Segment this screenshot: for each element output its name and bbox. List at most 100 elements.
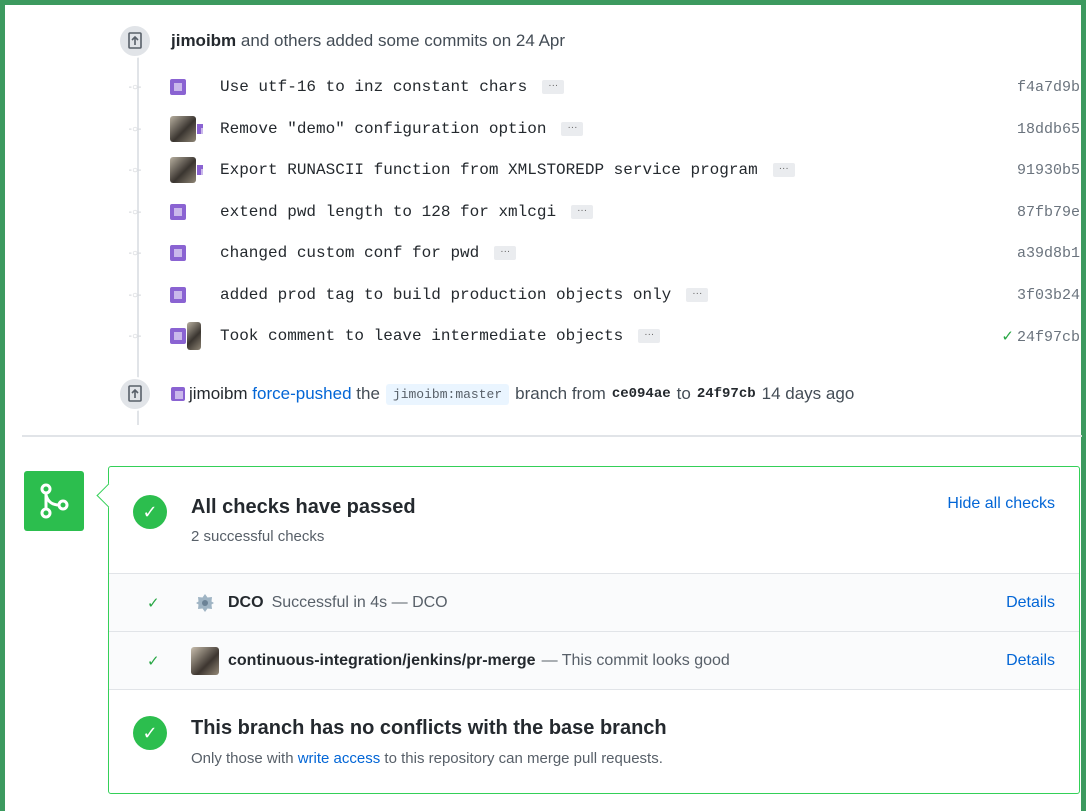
conflicts-text: Only those with write access to this rep… (191, 750, 663, 767)
force-push-to: to (676, 384, 691, 403)
commit-author-avatars[interactable] (170, 157, 218, 183)
expand-commit-button[interactable]: ··· (571, 205, 594, 219)
bot-avatar[interactable] (170, 328, 186, 344)
git-commit-icon: -○- (128, 164, 142, 176)
merge-badge (24, 471, 84, 531)
commits-event-header: jimoibm and others added some commits on… (118, 24, 565, 58)
commit-sha-link[interactable]: 18ddb65 (1017, 121, 1080, 138)
expand-commit-button[interactable]: ··· (772, 163, 795, 177)
bot-avatar[interactable] (170, 79, 186, 95)
checks-list: ✓ DCO Successful in 4s — DCO Details ✓ c… (109, 574, 1079, 690)
force-push-time[interactable]: 14 days ago (762, 384, 855, 404)
check-description: Successful in 4s — DCO (271, 593, 448, 611)
user-photo-avatar[interactable] (170, 157, 196, 183)
event-author-link[interactable]: jimoibm (171, 31, 236, 50)
timeline-divider (22, 435, 1082, 437)
commit-sha-text[interactable]: a39d8b1 (1017, 245, 1080, 262)
git-commit-icon: -○- (128, 123, 142, 135)
check-name: DCO (228, 593, 264, 611)
bot-avatar[interactable] (170, 204, 186, 220)
user-photo-avatar[interactable] (187, 322, 201, 350)
commit-author-avatars[interactable] (170, 79, 218, 95)
write-access-link[interactable]: write access (298, 750, 381, 767)
conflicts-section: ✓ This branch has no conflicts with the … (109, 690, 1079, 795)
commit-author-avatars[interactable] (170, 287, 218, 303)
bot-avatar[interactable] (197, 124, 209, 136)
force-push-actor[interactable]: jimoibm (189, 384, 248, 404)
commit-sha-link[interactable]: f4a7d9b (1017, 79, 1080, 96)
hide-all-checks-link[interactable]: Hide all checks (947, 495, 1055, 513)
expand-commit-button[interactable]: ··· (494, 246, 517, 260)
commit-row: -○- Export RUNASCII function from XMLSTOR… (125, 156, 1085, 184)
git-commit-icon: -○- (128, 330, 142, 342)
commit-sha-link[interactable]: 87fb79e (1017, 204, 1080, 221)
commit-sha-link[interactable]: a39d8b1 (1017, 245, 1080, 262)
jenkins-avatar (191, 646, 219, 675)
expand-commit-button[interactable]: ··· (686, 288, 709, 302)
commit-author-avatars[interactable] (170, 322, 218, 350)
commit-message-link[interactable]: changed custom conf for pwd (220, 244, 479, 262)
bot-avatar[interactable] (170, 245, 186, 261)
git-commit-icon: -○- (128, 247, 142, 259)
checks-summary: ✓ All checks have passed 2 successful ch… (109, 467, 1079, 574)
git-merge-icon (40, 483, 69, 519)
commit-message-link[interactable]: added prod tag to build production objec… (220, 286, 671, 304)
commit-author-avatars[interactable] (170, 116, 218, 142)
check-description: — This commit looks good (541, 651, 730, 669)
commit-sha-text[interactable]: 3f03b24 (1017, 287, 1080, 304)
to-sha-link[interactable]: 24f97cb (697, 386, 756, 402)
check-details-link[interactable]: Details (1006, 652, 1055, 670)
force-push-event: jimoibm force-pushed the jimoibm:master … (118, 377, 854, 411)
user-photo-avatar[interactable] (170, 116, 196, 142)
checks-passed-icon: ✓ (133, 495, 167, 529)
commit-sha-text[interactable]: 24f97cb (1017, 329, 1080, 346)
commit-sha-link[interactable]: 3f03b24 (1017, 287, 1080, 304)
force-pushed-link[interactable]: force-pushed (252, 384, 351, 404)
commit-row: -○- extend pwd length to 128 for xmlcgi ··… (125, 198, 1085, 226)
expand-commit-button[interactable]: ··· (561, 122, 584, 136)
commits-event-text: jimoibm and others added some commits on… (171, 31, 565, 51)
commit-message-link[interactable]: Remove "demo" configuration option (220, 120, 546, 138)
no-conflicts-icon: ✓ (133, 716, 167, 750)
commit-sha-text[interactable]: 87fb79e (1017, 204, 1080, 221)
commit-message-link[interactable]: Use utf-16 to inz constant chars (220, 78, 527, 96)
commit-sha-text[interactable]: f4a7d9b (1017, 79, 1080, 96)
checks-subtitle: 2 successful checks (191, 528, 325, 545)
commit-row: -○- added prod tag to build production ob… (125, 281, 1085, 309)
expand-commit-button[interactable]: ··· (542, 80, 565, 94)
conflicts-text-after: to this repository can merge pull reques… (384, 750, 663, 767)
repo-push-icon (118, 377, 152, 411)
commit-row: -○- Took comment to leave intermediate ob… (125, 322, 1085, 350)
commit-message-link[interactable]: extend pwd length to 128 for xmlcgi (220, 203, 556, 221)
conflicts-text-before: Only those with (191, 750, 294, 767)
commit-row: -○- Use utf-16 to inz constant chars ··· f4… (125, 73, 1085, 101)
commit-message-link[interactable]: Export RUNASCII function from XMLSTOREDP… (220, 161, 758, 179)
check-success-icon: ✓ (147, 593, 160, 612)
commit-sha-link[interactable]: 91930b5 (1017, 162, 1080, 179)
commit-sha-text[interactable]: 91930b5 (1017, 162, 1080, 179)
check-name: continuous-integration/jenkins/pr-merge (228, 651, 536, 669)
bot-avatar[interactable] (197, 165, 209, 177)
conflicts-title: This branch has no conflicts with the ba… (191, 717, 667, 739)
bot-avatar[interactable] (171, 387, 185, 401)
repo-push-icon (118, 24, 152, 58)
commit-row: -○- changed custom conf for pwd ··· a39d8b1 (125, 239, 1085, 267)
branch-ref[interactable]: jimoibm:master (385, 383, 510, 405)
commit-sha-link[interactable]: ✓ 24f97cb (1001, 327, 1080, 346)
check-row-jenkins: ✓ continuous-integration/jenkins/pr-merg… (109, 632, 1079, 690)
check-success-icon: ✓ (147, 651, 160, 670)
expand-commit-button[interactable]: ··· (638, 329, 661, 343)
git-commit-icon: -○- (128, 289, 142, 301)
force-push-the: the (356, 384, 380, 403)
commit-sha-text[interactable]: 18ddb65 (1017, 121, 1080, 138)
event-description: and others added some commits on 24 Apr (240, 31, 566, 50)
bot-avatar[interactable] (170, 287, 186, 303)
dco-gear-icon (191, 589, 219, 617)
commit-author-avatars[interactable] (170, 245, 218, 261)
commit-author-avatars[interactable] (170, 204, 218, 220)
check-success-icon[interactable]: ✓ (1001, 327, 1014, 345)
checks-title: All checks have passed (191, 496, 416, 518)
from-sha-link[interactable]: ce094ae (612, 386, 671, 402)
commit-message-link[interactable]: Took comment to leave intermediate objec… (220, 327, 623, 345)
check-details-link[interactable]: Details (1006, 594, 1055, 612)
